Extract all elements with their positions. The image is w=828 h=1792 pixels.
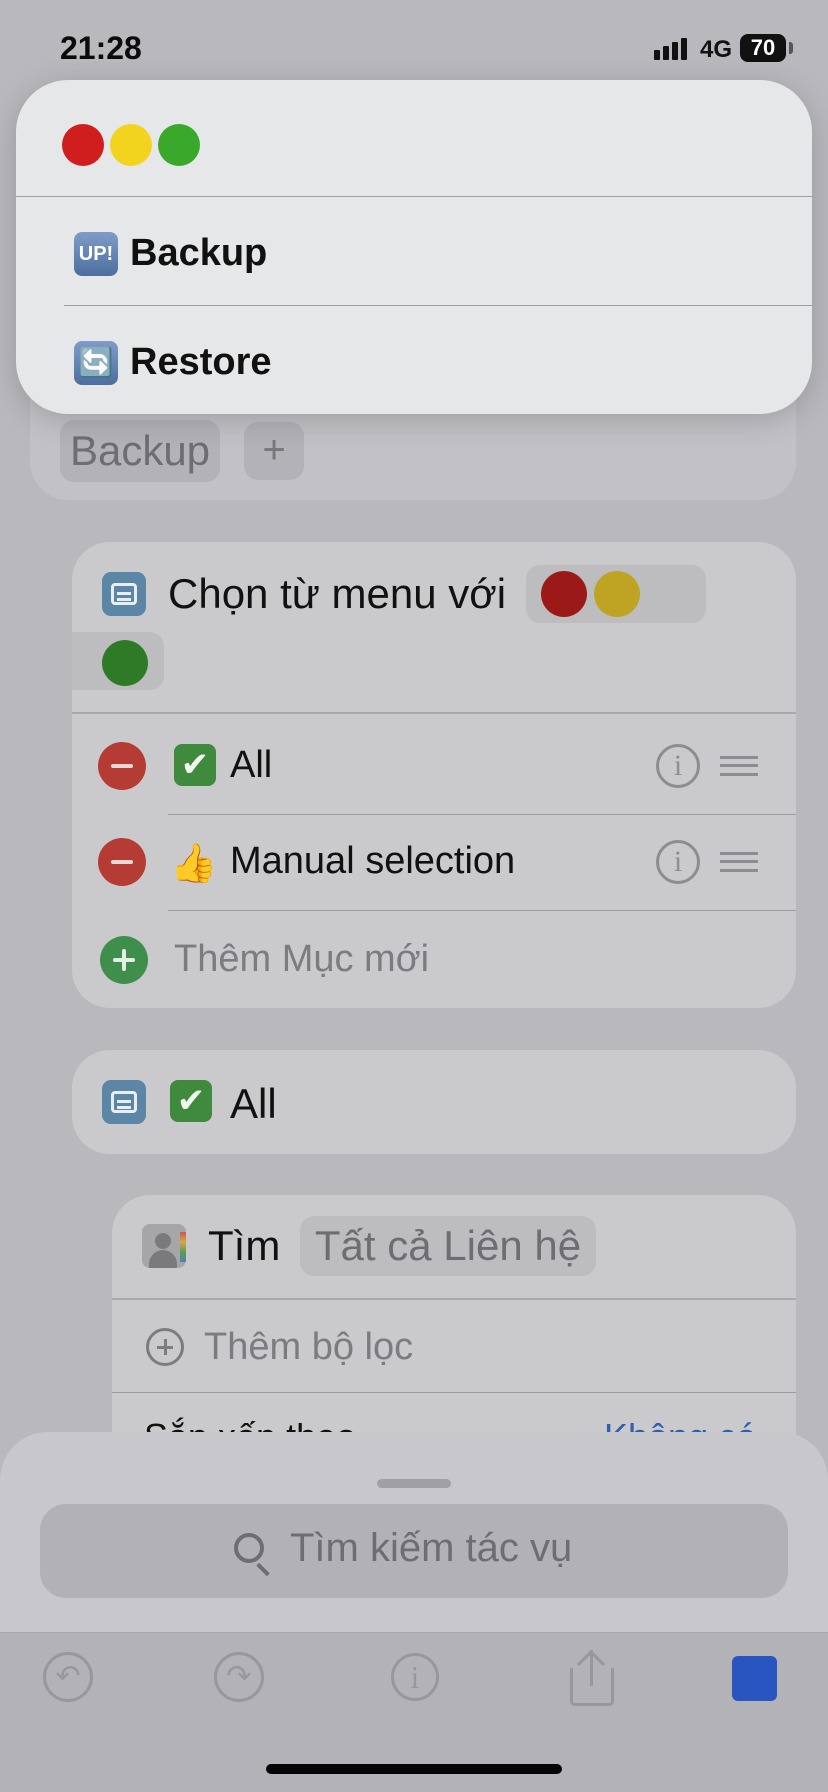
drag-handle-icon[interactable] xyxy=(720,756,758,776)
row-divider xyxy=(168,910,796,911)
info-icon[interactable]: i xyxy=(391,1653,439,1701)
menu-item-label[interactable]: Manual selection xyxy=(230,840,515,883)
check-mark-emoji: ✔ xyxy=(170,1080,212,1122)
remove-item-button[interactable] xyxy=(98,838,146,886)
status-time: 21:28 xyxy=(60,30,142,66)
info-icon[interactable]: i xyxy=(656,744,700,788)
add-new-item-label[interactable]: Thêm Mục mới xyxy=(174,938,429,981)
popup-header-divider xyxy=(16,196,812,197)
search-placeholder: Tìm kiếm tác vụ xyxy=(290,1526,573,1570)
toolbar-separator xyxy=(0,1632,828,1633)
popup-item-restore[interactable]: Restore xyxy=(130,341,272,384)
run-icon[interactable] xyxy=(732,1656,777,1701)
green-circle-emoji xyxy=(158,124,200,166)
block-divider xyxy=(112,1298,796,1300)
thumbs-up-emoji: 👍 xyxy=(170,841,218,885)
check-mark-emoji: ✔ xyxy=(174,744,216,786)
row-divider xyxy=(112,1392,796,1393)
add-item-button[interactable] xyxy=(100,936,148,984)
all-contacts-token[interactable]: Tất cả Liên hệ xyxy=(300,1216,596,1276)
add-filter-label[interactable]: Thêm bộ lọc xyxy=(204,1326,413,1369)
info-icon[interactable]: i xyxy=(656,840,700,884)
search-icon xyxy=(234,1533,264,1563)
red-circle-emoji xyxy=(62,124,104,166)
backup-token[interactable]: Backup xyxy=(60,420,220,482)
add-filter-icon[interactable] xyxy=(146,1328,184,1366)
sheet-grabber[interactable] xyxy=(377,1479,451,1488)
popup-item-divider xyxy=(64,305,812,306)
share-icon[interactable] xyxy=(570,1649,614,1706)
menu-action-icon xyxy=(102,1080,146,1124)
remove-item-button[interactable] xyxy=(98,742,146,790)
home-indicator xyxy=(266,1764,562,1774)
add-token-button[interactable]: + xyxy=(244,422,304,480)
up-button-emoji: UP! xyxy=(74,232,118,276)
menu-action-icon xyxy=(102,572,146,616)
battery-icon: 70 xyxy=(740,34,786,62)
menu-case-label: All xyxy=(230,1080,277,1127)
refresh-emoji: 🔄 xyxy=(74,341,118,385)
red-circle-emoji xyxy=(541,571,587,617)
green-circle-emoji xyxy=(102,640,148,686)
drag-handle-icon[interactable] xyxy=(720,852,758,872)
popup-item-backup[interactable]: Backup xyxy=(130,232,267,275)
menu-item-label[interactable]: All xyxy=(230,744,272,787)
block-divider xyxy=(72,712,796,714)
find-action-title: Tìm xyxy=(208,1222,281,1269)
redo-icon[interactable]: ↷ xyxy=(214,1652,264,1702)
undo-icon[interactable]: ↶ xyxy=(43,1652,93,1702)
yellow-circle-emoji xyxy=(594,571,640,617)
contacts-app-icon xyxy=(142,1224,186,1268)
cellular-signal-icon xyxy=(654,38,687,60)
battery-tip xyxy=(789,42,793,54)
yellow-circle-emoji xyxy=(110,124,152,166)
row-divider xyxy=(168,814,796,815)
network-type: 4G xyxy=(700,36,733,63)
choose-menu-title: Chọn từ menu với xyxy=(168,570,507,617)
